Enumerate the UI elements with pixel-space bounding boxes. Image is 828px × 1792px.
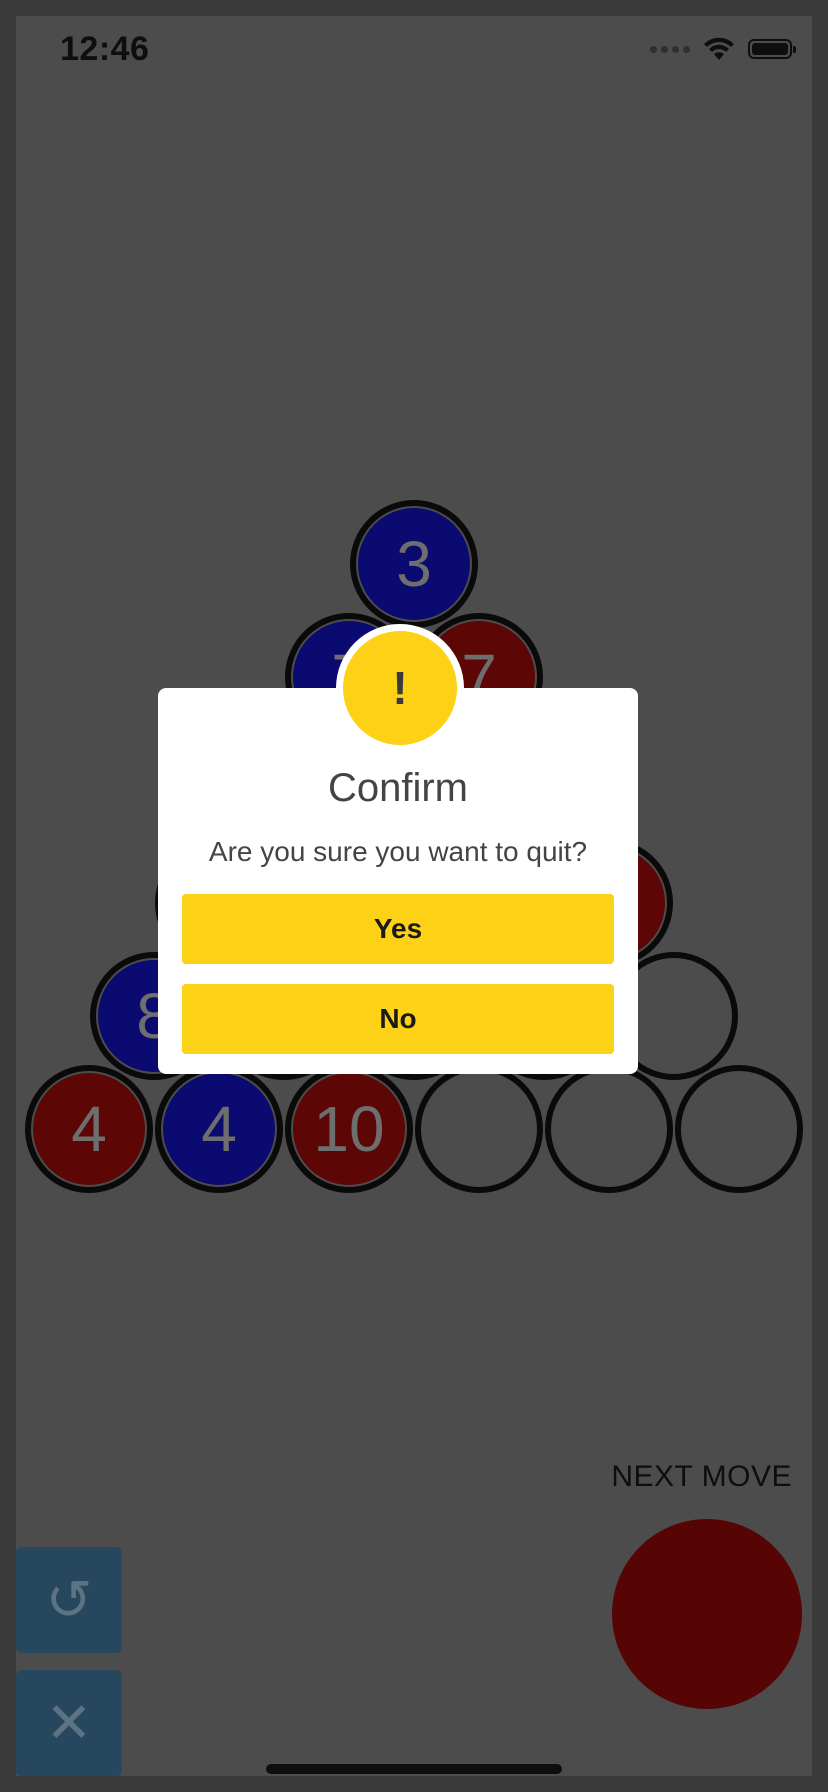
ball-value [423, 1073, 535, 1185]
board-ball[interactable] [545, 1065, 673, 1193]
exclamation-icon: ! [343, 631, 457, 745]
undo-button[interactable]: ↺ [16, 1547, 122, 1653]
close-icon: ✕ [45, 1691, 93, 1754]
undo-icon: ↺ [45, 1568, 93, 1631]
battery-icon [748, 39, 796, 59]
status-icons [650, 36, 796, 62]
next-move-ball [612, 1519, 802, 1709]
dialog-title: Confirm [327, 766, 469, 810]
no-button[interactable]: No [182, 984, 614, 1054]
board-ball[interactable]: 4 [155, 1065, 283, 1193]
status-time: 12:46 [60, 30, 150, 68]
wifi-icon [704, 37, 734, 60]
board-ball[interactable]: 10 [285, 1065, 413, 1193]
ball-value: 4 [163, 1073, 275, 1185]
board-ball[interactable] [415, 1065, 543, 1193]
ball-value [683, 1073, 795, 1185]
cellular-signal-icon [650, 45, 690, 53]
board-ball[interactable]: 3 [350, 500, 478, 628]
next-move-label: NEXT MOVE [611, 1460, 792, 1493]
dialog-icon-badge: ! [336, 624, 464, 752]
board-ball[interactable]: 4 [25, 1065, 153, 1193]
ball-value: 10 [293, 1073, 405, 1185]
yes-button[interactable]: Yes [182, 894, 614, 964]
home-indicator[interactable] [266, 1764, 562, 1774]
quit-button[interactable]: ✕ [16, 1670, 122, 1776]
board-ball[interactable] [675, 1065, 803, 1193]
dialog-message: Are you sure you want to quit? [208, 836, 588, 867]
ball-value: 4 [33, 1073, 145, 1185]
ball-value [553, 1073, 665, 1185]
ball-value: 3 [358, 508, 470, 620]
